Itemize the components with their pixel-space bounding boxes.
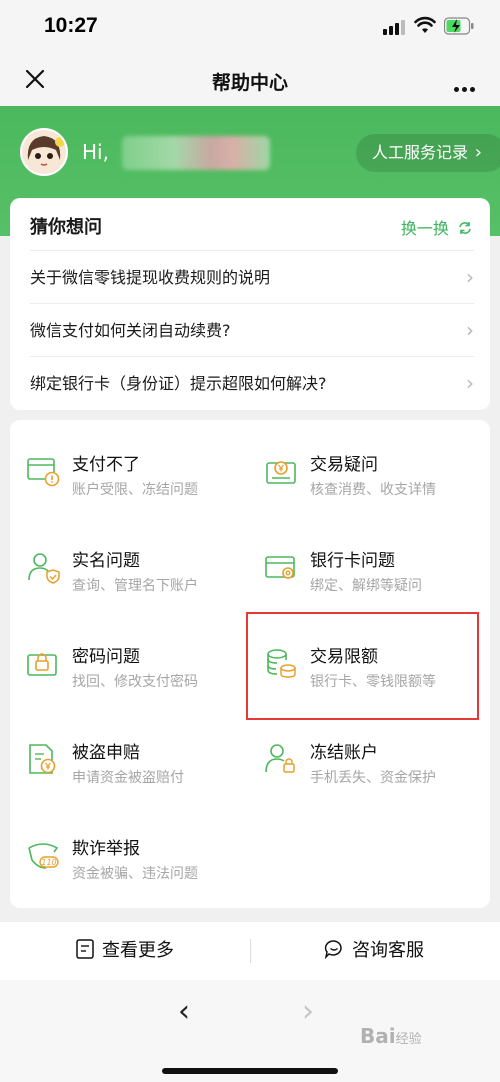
home-indicator bbox=[162, 1068, 338, 1074]
user-lock-icon bbox=[265, 744, 295, 773]
bank-card-gear-icon bbox=[265, 556, 295, 579]
faq-item[interactable]: 绑定银行卡（身份证）提示超限如何解决? › bbox=[30, 356, 474, 409]
refresh-button[interactable]: 换一换 bbox=[401, 215, 472, 239]
blurred-username bbox=[122, 136, 270, 170]
nav-bar: 帮助中心 bbox=[0, 56, 500, 106]
category-title: 欺诈举报 bbox=[72, 839, 140, 859]
chevron-right-icon: › bbox=[474, 142, 482, 163]
category-sub: 绑定、解绑等疑问 bbox=[310, 578, 422, 594]
category-password[interactable]: 密码问题 找回、修改支付密码 bbox=[26, 634, 246, 714]
status-bar: 10:27 bbox=[0, 0, 500, 56]
refresh-icon bbox=[459, 222, 471, 234]
page-title: 帮助中心 bbox=[211, 72, 288, 94]
avatar-cartoon-icon bbox=[22, 130, 66, 174]
wifi-icon bbox=[414, 16, 436, 33]
greeting: Hi, bbox=[82, 140, 109, 164]
faq-item-label: 绑定银行卡（身份证）提示超限如何解决? bbox=[30, 374, 327, 393]
watermark-suffix: 经验 bbox=[395, 1032, 422, 1047]
faq-title: 猜你想问 bbox=[30, 217, 102, 238]
shield-110-icon: 110 bbox=[28, 843, 59, 869]
card-warning-icon bbox=[27, 458, 60, 487]
category-theft-claim[interactable]: 被盗申赔 申请资金被盗赔付 bbox=[26, 730, 246, 810]
bottom-action-bar: 查看更多 咨询客服 bbox=[0, 922, 500, 980]
category-pay-failed[interactable]: 支付不了 账户受限、冻结问题 bbox=[26, 442, 246, 522]
back-arrow-icon[interactable]: ‹ bbox=[178, 994, 190, 1029]
watermark-text: Bai bbox=[360, 1024, 396, 1048]
see-more-label: 查看更多 bbox=[102, 940, 174, 961]
category-freeze-account[interactable]: 冻结账户 手机丢失、资金保护 bbox=[264, 730, 484, 810]
highlight-annotation bbox=[246, 612, 479, 720]
divider bbox=[250, 939, 251, 963]
svg-text:110: 110 bbox=[41, 858, 56, 867]
category-sub: 手机丢失、资金保护 bbox=[310, 770, 436, 786]
faq-card: 猜你想问 换一换 关于微信零钱提现收费规则的说明 › 微信支付如何关闭自动续费?… bbox=[10, 198, 490, 410]
category-title: 被盗申赔 bbox=[72, 743, 140, 763]
category-sub: 核查消费、收支详情 bbox=[310, 482, 436, 498]
chat-bubble-icon bbox=[324, 940, 342, 960]
refresh-label: 换一换 bbox=[400, 219, 449, 238]
service-record-label: 人工服务记录 bbox=[372, 143, 469, 162]
service-record-button[interactable]: 人工服务记录 › bbox=[356, 134, 500, 172]
customer-service-button[interactable]: 咨询客服 bbox=[324, 922, 424, 980]
document-icon bbox=[76, 939, 94, 959]
signal-icon bbox=[383, 19, 407, 35]
category-title: 银行卡问题 bbox=[310, 551, 395, 571]
faq-item-label: 微信支付如何关闭自动续费? bbox=[30, 321, 231, 340]
category-title: 交易疑问 bbox=[310, 455, 378, 475]
more-icon[interactable] bbox=[454, 77, 478, 96]
category-real-name[interactable]: 实名问题 查询、管理名下账户 bbox=[26, 538, 246, 618]
category-sub: 查询、管理名下账户 bbox=[72, 578, 198, 594]
category-title: 实名问题 bbox=[72, 551, 140, 571]
watermark: Bai经验 bbox=[360, 1024, 422, 1048]
category-bank-card[interactable]: 银行卡问题 绑定、解绑等疑问 bbox=[264, 538, 484, 618]
chevron-right-icon: › bbox=[466, 371, 474, 395]
chevron-right-icon: › bbox=[466, 265, 474, 289]
category-title: 支付不了 bbox=[72, 455, 140, 475]
category-sub: 找回、修改支付密码 bbox=[72, 674, 198, 690]
category-transaction-query[interactable]: 交易疑问 核查消费、收支详情 bbox=[264, 442, 484, 522]
faq-item[interactable]: 关于微信零钱提现收费规则的说明 › bbox=[30, 250, 474, 303]
avatar[interactable] bbox=[20, 128, 68, 176]
receipt-yen-icon bbox=[266, 461, 296, 484]
status-time: 10:27 bbox=[44, 14, 98, 37]
category-sub: 资金被骗、违法问题 bbox=[72, 866, 198, 882]
category-sub: 账户受限、冻结问题 bbox=[72, 482, 198, 498]
faq-item[interactable]: 微信支付如何关闭自动续费? › bbox=[30, 303, 474, 356]
lock-icon bbox=[27, 653, 57, 676]
battery-icon bbox=[444, 17, 474, 35]
forward-arrow-icon[interactable]: › bbox=[302, 994, 314, 1029]
category-fraud-report[interactable]: 110 欺诈举报 资金被骗、违法问题 bbox=[26, 826, 246, 906]
category-title: 密码问题 bbox=[72, 647, 140, 667]
see-more-button[interactable]: 查看更多 bbox=[76, 922, 174, 980]
category-title: 冻结账户 bbox=[310, 743, 378, 763]
faq-item-label: 关于微信零钱提现收费规则的说明 bbox=[30, 268, 271, 287]
document-yen-icon bbox=[29, 744, 56, 774]
chevron-right-icon: › bbox=[466, 318, 474, 342]
customer-service-label: 咨询客服 bbox=[352, 940, 424, 961]
category-sub: 申请资金被盗赔付 bbox=[72, 770, 184, 786]
browser-nav-bar: ‹ › bbox=[0, 980, 500, 1082]
user-check-icon bbox=[28, 553, 60, 584]
